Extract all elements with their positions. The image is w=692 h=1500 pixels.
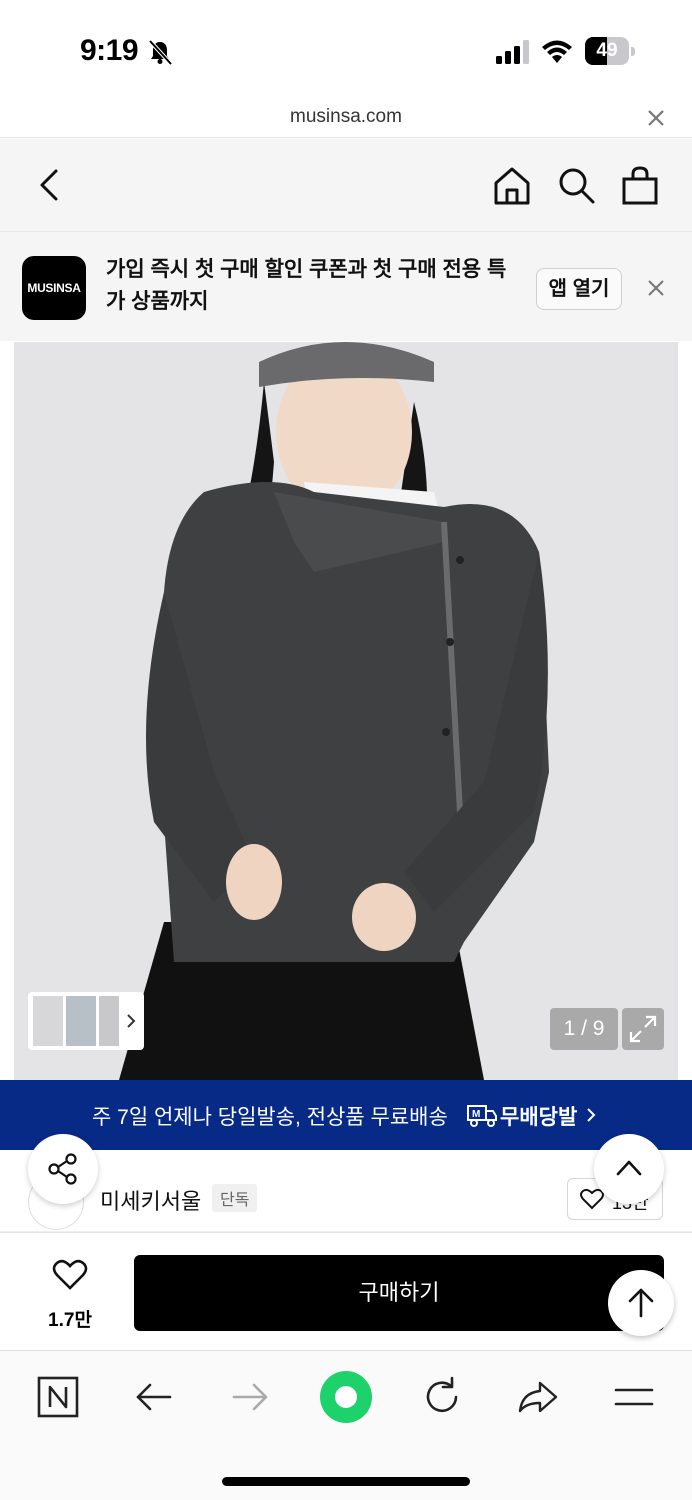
product-image-gallery[interactable]: 1 / 9 <box>14 342 678 1080</box>
shipping-logo: 무배당발 <box>500 1106 578 1129</box>
bell-muted-icon <box>148 39 173 66</box>
search-icon[interactable] <box>554 163 598 207</box>
musinsa-logo: MUSINSA <box>22 256 86 320</box>
heart-icon <box>52 1259 88 1290</box>
delivery-truck-icon: M <box>467 1105 497 1127</box>
collapse-button[interactable] <box>594 1134 664 1204</box>
scroll-top-button[interactable] <box>608 1270 674 1336</box>
like-button[interactable]: 1.7만 <box>28 1255 112 1335</box>
brand-row: 미세키서울 단독 13만 <box>0 1150 692 1232</box>
brand-name[interactable]: 미세키서울 <box>100 1184 201 1216</box>
arrow-up-icon <box>628 1288 654 1318</box>
share-button[interactable] <box>28 1134 98 1204</box>
home-dot-icon <box>335 1386 357 1408</box>
product-photo <box>14 342 678 1080</box>
home-indicator <box>222 1477 470 1486</box>
shipping-text: 주 7일 언제나 당일발송, 전상품 무료배송 <box>92 1106 448 1129</box>
browser-toolbar <box>0 1350 692 1500</box>
battery-level: 49 <box>596 40 618 61</box>
thumbnail[interactable] <box>33 996 63 1046</box>
heart-icon <box>580 1188 604 1210</box>
expand-button[interactable] <box>622 1008 664 1050</box>
open-app-button[interactable]: 앱 열기 <box>536 268 622 310</box>
expand-icon <box>629 1015 657 1043</box>
app-install-banner: MUSINSA 가입 즉시 첫 구매 할인 쿠폰과 첫 구매 전용 특가 상품까… <box>0 231 692 341</box>
home-icon[interactable] <box>490 163 534 207</box>
shipping-banner[interactable]: 주 7일 언제나 당일발송, 전상품 무료배송 M 무배당발 <box>0 1080 692 1150</box>
url-bar[interactable]: musinsa.com <box>0 100 692 138</box>
url-text[interactable]: musinsa.com <box>0 106 692 128</box>
share-arrow-icon[interactable] <box>514 1373 562 1421</box>
close-icon[interactable] <box>646 108 666 128</box>
share-icon <box>48 1153 77 1185</box>
cart-icon[interactable] <box>618 163 662 207</box>
banner-message: 가입 즉시 첫 구매 할인 쿠폰과 첫 구매 전용 특가 상품까지 <box>106 258 507 313</box>
buy-button[interactable]: 구매하기 <box>134 1255 664 1331</box>
wifi-icon <box>542 40 572 63</box>
forward-arrow-icon[interactable] <box>226 1373 274 1421</box>
status-time: 9:19 <box>80 34 139 67</box>
status-bar: 9:19 49 <box>0 0 692 100</box>
like-count: 1.7만 <box>48 1310 92 1331</box>
image-counter: 1 / 9 <box>550 1008 618 1050</box>
site-header <box>0 139 692 231</box>
home-button[interactable] <box>320 1371 372 1423</box>
svg-text:M: M <box>472 1109 480 1120</box>
refresh-icon[interactable] <box>418 1373 466 1421</box>
chevron-right-icon[interactable] <box>124 1012 138 1030</box>
chevron-up-icon <box>616 1160 642 1176</box>
thumbnail[interactable] <box>66 996 96 1046</box>
back-icon[interactable] <box>28 163 72 207</box>
purchase-bar: 1.7만 구매하기 <box>0 1232 692 1350</box>
menu-icon[interactable] <box>610 1373 658 1421</box>
thumbnail-strip[interactable] <box>28 992 144 1050</box>
thumbnail[interactable] <box>99 996 119 1046</box>
naver-n-icon[interactable] <box>34 1373 82 1421</box>
exclusive-badge: 단독 <box>212 1184 258 1212</box>
battery-indicator: 49 <box>585 37 635 65</box>
back-arrow-icon[interactable] <box>130 1373 178 1421</box>
chevron-right-icon <box>587 1108 596 1122</box>
close-icon[interactable] <box>646 278 666 298</box>
cellular-signal-icon <box>496 40 529 64</box>
